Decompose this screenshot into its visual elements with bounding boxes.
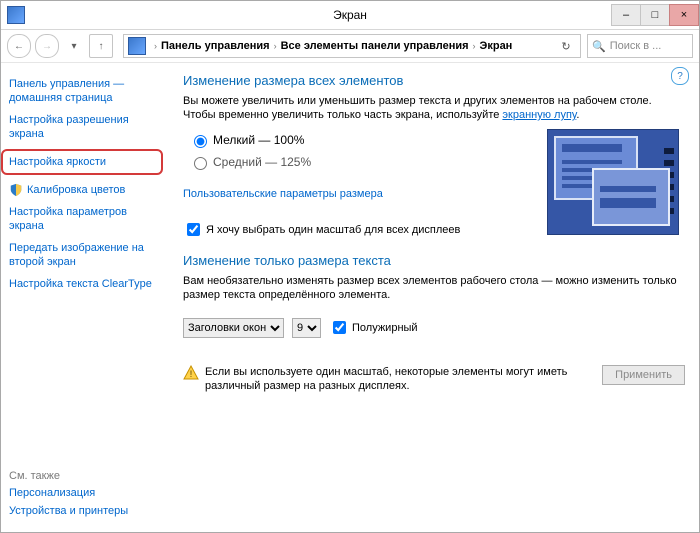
- sidebar-item-color-calibration[interactable]: Калибровка цветов: [9, 183, 161, 197]
- sidebar-item-brightness[interactable]: Настройка яркости: [1, 149, 163, 175]
- recent-dropdown-icon[interactable]: ▾: [63, 35, 85, 57]
- breadcrumb-sep: ›: [154, 41, 157, 51]
- see-also-header: См. также: [9, 470, 161, 482]
- search-placeholder: Поиск в ...: [610, 40, 662, 52]
- address-bar: ← → ▾ ↑ › Панель управления › Все элемен…: [1, 30, 699, 63]
- window: Экран – □ × ← → ▾ ↑ › Панель управления …: [0, 0, 700, 533]
- preview-illustration: [547, 129, 679, 235]
- bold-checkbox[interactable]: [333, 321, 346, 334]
- breadcrumb-sep: ›: [473, 41, 476, 51]
- see-also-personalization[interactable]: Персонализация: [9, 486, 161, 500]
- section-resize-all-title: Изменение размера всех элементов: [183, 73, 685, 88]
- help-icon[interactable]: ?: [671, 67, 689, 85]
- sidebar-item-home[interactable]: Панель управления — домашняя страница: [9, 77, 161, 105]
- breadcrumb-item[interactable]: Все элементы панели управления: [281, 40, 469, 52]
- bold-checkbox-row[interactable]: Полужирный: [329, 318, 418, 337]
- minimize-button[interactable]: –: [611, 4, 641, 26]
- sidebar-item-resolution[interactable]: Настройка разрешения экрана: [9, 113, 161, 141]
- search-input[interactable]: 🔍 Поиск в ...: [587, 34, 693, 58]
- nav-back-button[interactable]: ←: [7, 34, 31, 58]
- sidebar-item-cleartype[interactable]: Настройка текста ClearType: [9, 277, 161, 291]
- search-icon: 🔍: [592, 40, 606, 53]
- warning-text: Если вы используете один масштаб, некото…: [205, 365, 602, 393]
- refresh-icon[interactable]: ↻: [556, 40, 576, 53]
- font-size-select[interactable]: 9: [292, 318, 321, 338]
- window-title: Экран: [333, 8, 367, 22]
- breadcrumb-icon: [128, 37, 146, 55]
- nav-up-button[interactable]: ↑: [89, 34, 113, 58]
- breadcrumb[interactable]: › Панель управления › Все элементы панел…: [123, 34, 581, 58]
- section-text-size-title: Изменение только размера текста: [183, 253, 685, 268]
- magnifier-link[interactable]: экранную лупу: [502, 109, 576, 121]
- element-select[interactable]: Заголовки окон: [183, 318, 284, 338]
- warning-icon: !: [183, 365, 199, 381]
- scale-radio-100-input[interactable]: [194, 135, 207, 148]
- app-icon: [7, 6, 25, 24]
- maximize-button[interactable]: □: [640, 4, 670, 26]
- close-button[interactable]: ×: [669, 4, 699, 26]
- section-text-size-desc: Вам необязательно изменять размер всех э…: [183, 274, 685, 302]
- same-scale-checkbox[interactable]: [187, 223, 200, 236]
- see-also-devices-printers[interactable]: Устройства и принтеры: [9, 504, 161, 518]
- breadcrumb-item[interactable]: Экран: [480, 40, 513, 52]
- sidebar-item-display-settings[interactable]: Настройка параметров экрана: [9, 205, 161, 233]
- breadcrumb-item[interactable]: Панель управления: [161, 40, 270, 52]
- svg-text:!: !: [190, 369, 193, 379]
- section-resize-all-desc: Вы можете увеличить или уменьшить размер…: [183, 94, 685, 122]
- apply-button[interactable]: Применить: [602, 365, 685, 385]
- sidebar: Панель управления — домашняя страница На…: [1, 63, 169, 532]
- sidebar-item-project[interactable]: Передать изображение на второй экран: [9, 241, 161, 269]
- nav-forward-button[interactable]: →: [35, 34, 59, 58]
- content-pane: ? Изменение размера всех элементов Вы мо…: [169, 63, 699, 532]
- shield-icon: [9, 183, 23, 197]
- custom-size-link[interactable]: Пользовательские параметры размера: [183, 188, 383, 200]
- titlebar: Экран – □ ×: [1, 1, 699, 30]
- breadcrumb-sep: ›: [274, 41, 277, 51]
- scale-radio-125-input[interactable]: [194, 157, 207, 170]
